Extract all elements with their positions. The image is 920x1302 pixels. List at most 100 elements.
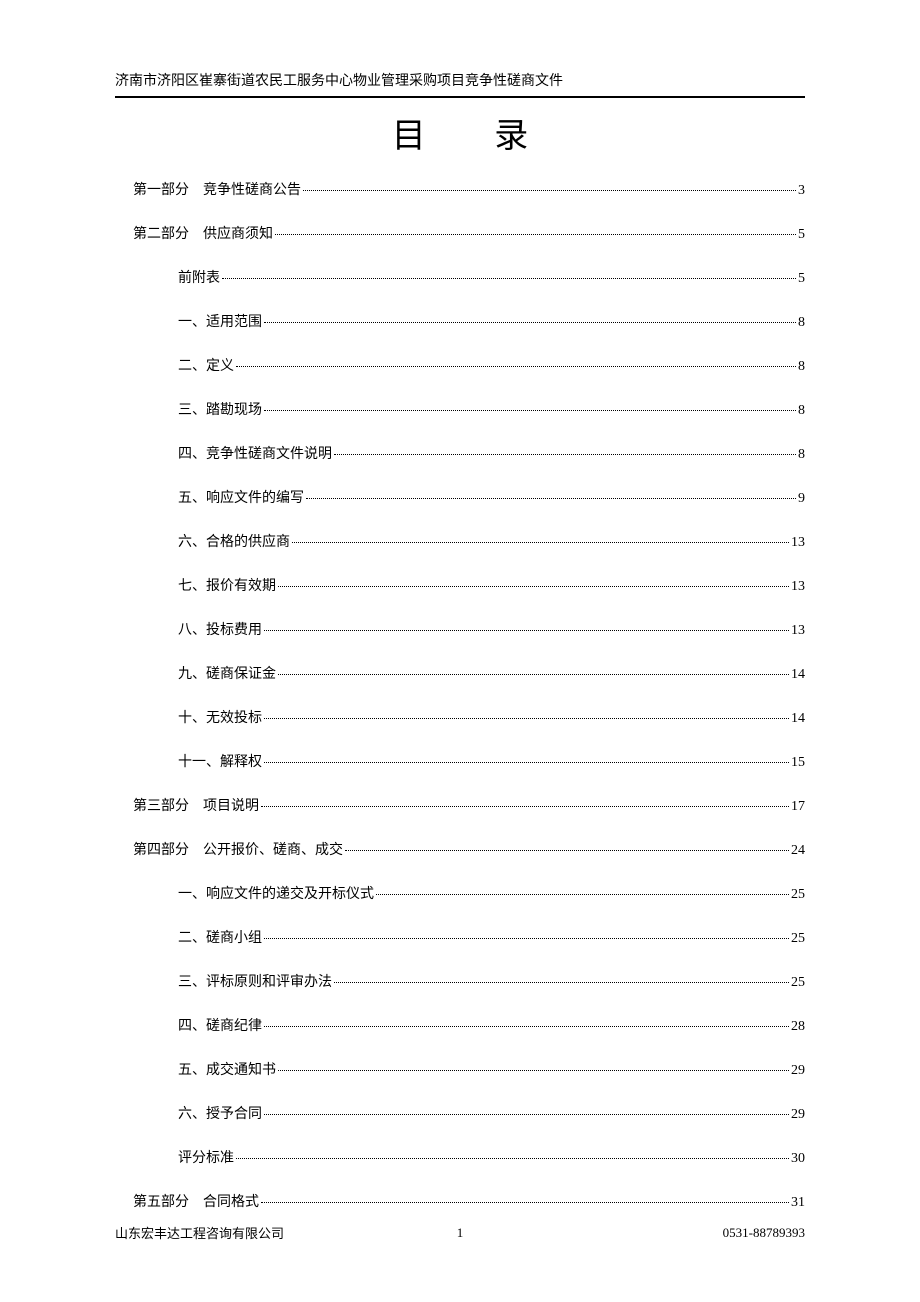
toc-entry: 第一部分 竞争性磋商公告 3 <box>115 179 805 199</box>
toc-page-number: 13 <box>791 535 805 551</box>
toc-entry: 六、合格的供应商 13 <box>115 531 805 551</box>
toc-label: 三、踏勘现场 <box>178 399 262 419</box>
document-header: 济南市济阳区崔寨街道农民工服务中心物业管理采购项目竞争性磋商文件 <box>115 70 805 98</box>
toc-leader-dots <box>264 718 789 719</box>
toc-entry: 十一、解释权 15 <box>115 751 805 771</box>
toc-page-number: 8 <box>798 447 805 463</box>
toc-leader-dots <box>261 806 789 807</box>
toc-label: 评分标准 <box>178 1147 234 1167</box>
toc-label: 九、磋商保证金 <box>178 663 276 683</box>
toc-leader-dots <box>306 498 796 499</box>
toc-entry: 二、磋商小组 25 <box>115 927 805 947</box>
toc-leader-dots <box>345 850 789 851</box>
toc-leader-dots <box>236 1158 789 1159</box>
toc-entry: 三、评标原则和评审办法 25 <box>115 971 805 991</box>
toc-leader-dots <box>264 762 789 763</box>
toc-label: 前附表 <box>178 267 220 287</box>
toc-entry: 一、响应文件的递交及开标仪式25 <box>115 883 805 903</box>
toc-page-number: 24 <box>791 843 805 859</box>
toc-leader-dots <box>278 1070 789 1071</box>
toc-label: 七、报价有效期 <box>178 575 276 595</box>
toc-leader-dots <box>236 366 796 367</box>
toc-page-number: 8 <box>798 315 805 331</box>
toc-label: 六、授予合同 <box>178 1103 262 1123</box>
toc-entry: 五、响应文件的编写 9 <box>115 487 805 507</box>
toc-leader-dots <box>376 894 789 895</box>
toc-page-number: 8 <box>798 403 805 419</box>
toc-page-number: 5 <box>798 271 805 287</box>
toc-page-number: 14 <box>791 711 805 727</box>
toc-label: 第五部分 合同格式 <box>133 1191 259 1211</box>
footer-page-number: 1 <box>457 1225 464 1241</box>
toc-page-number: 25 <box>791 931 805 947</box>
toc-entry: 十、无效投标 14 <box>115 707 805 727</box>
toc-entry: 第五部分 合同格式 31 <box>115 1191 805 1211</box>
page-footer: 山东宏丰达工程咨询有限公司 1 0531-88789393 <box>115 1223 805 1242</box>
toc-page-number: 13 <box>791 623 805 639</box>
toc-entry: 七、报价有效期 13 <box>115 575 805 595</box>
toc-page-number: 3 <box>798 183 805 199</box>
toc-page-number: 31 <box>791 1195 805 1211</box>
toc-page-number: 8 <box>798 359 805 375</box>
toc-page-number: 14 <box>791 667 805 683</box>
toc-entry: 第四部分 公开报价、磋商、成交 24 <box>115 839 805 859</box>
toc-leader-dots <box>334 982 789 983</box>
toc-page-number: 28 <box>791 1019 805 1035</box>
toc-page-number: 9 <box>798 491 805 507</box>
toc-label: 二、定义 <box>178 355 234 375</box>
toc-leader-dots <box>278 674 789 675</box>
toc-entry: 前附表 5 <box>115 267 805 287</box>
toc-entry: 八、投标费用 13 <box>115 619 805 639</box>
toc-label: 一、适用范围 <box>178 311 262 331</box>
toc-entry: 九、磋商保证金 14 <box>115 663 805 683</box>
table-of-contents: 第一部分 竞争性磋商公告 3 第二部分 供应商须知 5 前附表 5 一、适用范围 8 二、定义 8… <box>115 179 805 1211</box>
toc-label: 四、竞争性磋商文件说明 <box>178 443 332 463</box>
toc-entry: 第二部分 供应商须知 5 <box>115 223 805 243</box>
toc-page-number: 29 <box>791 1063 805 1079</box>
toc-leader-dots <box>292 542 789 543</box>
toc-label: 六、合格的供应商 <box>178 531 290 551</box>
toc-leader-dots <box>275 234 796 235</box>
toc-leader-dots <box>264 322 796 323</box>
toc-leader-dots <box>264 1026 789 1027</box>
footer-company: 山东宏丰达工程咨询有限公司 <box>115 1223 284 1242</box>
toc-leader-dots <box>278 586 789 587</box>
toc-label: 五、成交通知书 <box>178 1059 276 1079</box>
toc-leader-dots <box>334 454 796 455</box>
toc-entry: 评分标准 30 <box>115 1147 805 1167</box>
toc-label: 第二部分 供应商须知 <box>133 223 273 243</box>
toc-label: 第四部分 公开报价、磋商、成交 <box>133 839 343 859</box>
toc-label: 第一部分 竞争性磋商公告 <box>133 179 301 199</box>
toc-leader-dots <box>303 190 796 191</box>
toc-page-number: 29 <box>791 1107 805 1123</box>
toc-leader-dots <box>264 1114 789 1115</box>
toc-entry: 一、适用范围 8 <box>115 311 805 331</box>
toc-page-number: 5 <box>798 227 805 243</box>
toc-entry: 四、磋商纪律 28 <box>115 1015 805 1035</box>
toc-page-number: 25 <box>791 887 805 903</box>
toc-label: 第三部分 项目说明 <box>133 795 259 815</box>
toc-label: 四、磋商纪律 <box>178 1015 262 1035</box>
toc-label: 十、无效投标 <box>178 707 262 727</box>
toc-label: 五、响应文件的编写 <box>178 487 304 507</box>
toc-page-number: 17 <box>791 799 805 815</box>
toc-entry: 三、踏勘现场 8 <box>115 399 805 419</box>
toc-entry: 二、定义 8 <box>115 355 805 375</box>
toc-label: 十一、解释权 <box>178 751 262 771</box>
toc-entry: 四、竞争性磋商文件说明 8 <box>115 443 805 463</box>
toc-leader-dots <box>264 938 789 939</box>
toc-page-number: 13 <box>791 579 805 595</box>
toc-label: 三、评标原则和评审办法 <box>178 971 332 991</box>
toc-entry: 第三部分 项目说明 17 <box>115 795 805 815</box>
toc-entry: 五、成交通知书 29 <box>115 1059 805 1079</box>
toc-leader-dots <box>261 1202 789 1203</box>
toc-page-number: 15 <box>791 755 805 771</box>
footer-phone: 0531-88789393 <box>723 1225 805 1241</box>
toc-entry: 六、授予合同 29 <box>115 1103 805 1123</box>
toc-page-number: 30 <box>791 1151 805 1167</box>
toc-leader-dots <box>264 410 796 411</box>
toc-page-number: 25 <box>791 975 805 991</box>
toc-label: 八、投标费用 <box>178 619 262 639</box>
toc-leader-dots <box>264 630 789 631</box>
toc-label: 二、磋商小组 <box>178 927 262 947</box>
